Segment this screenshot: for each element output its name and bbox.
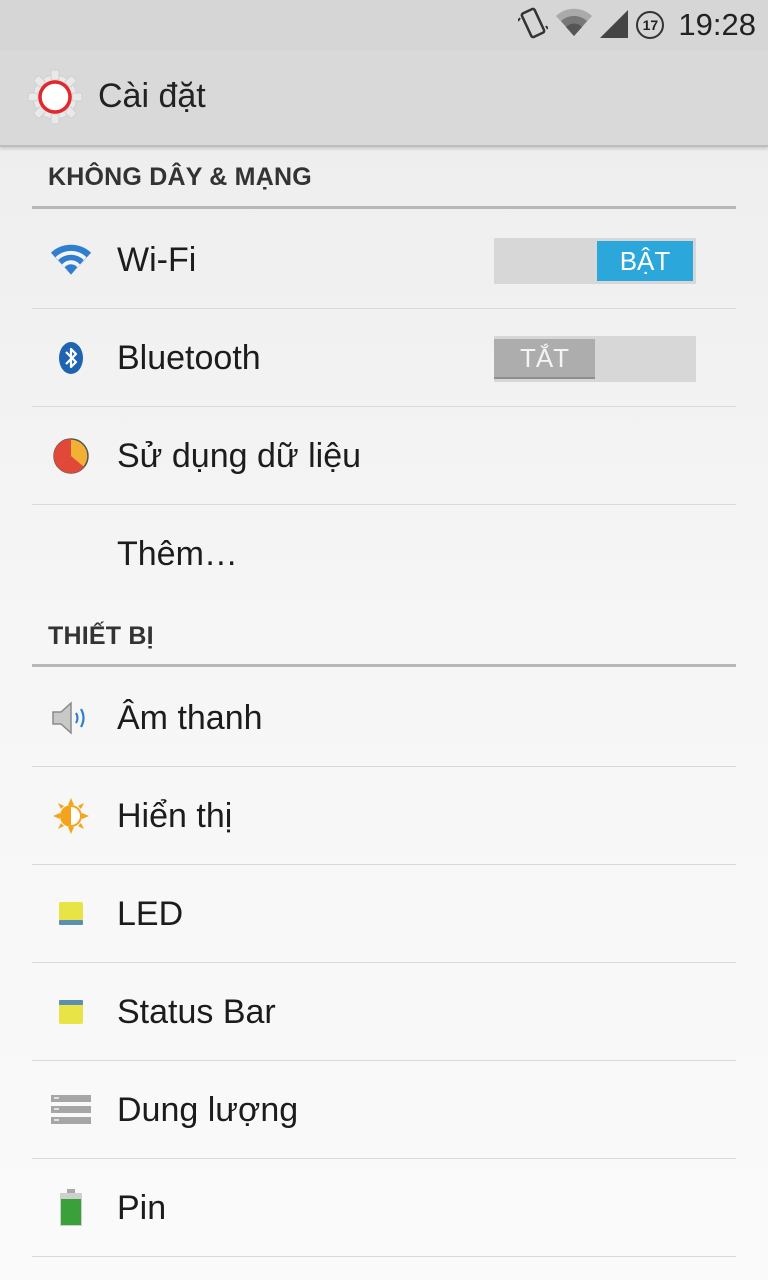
storage-label: Dung lượng [117, 1091, 299, 1129]
display-label: Hiển thị [117, 797, 233, 835]
action-bar: Cài đặt [0, 50, 768, 147]
battery-label: Pin [117, 1189, 167, 1227]
section-divider [32, 664, 736, 667]
more-label: Thêm… [117, 535, 238, 573]
cell-signal-icon [600, 8, 629, 43]
settings-item-sound[interactable]: Âm thanh [32, 669, 736, 767]
page-title: Cài đặt [98, 77, 206, 115]
status-bar-label: Status Bar [117, 993, 276, 1031]
section-header-device: THIẾT BỊ [48, 622, 154, 650]
settings-item-bluetooth[interactable]: Bluetooth TẮT [32, 309, 736, 407]
settings-item-status-bar[interactable]: Status Bar [32, 963, 736, 1061]
bluetooth-icon [50, 338, 92, 378]
bluetooth-toggle-state: TẮT [494, 339, 595, 379]
settings-item-more[interactable]: Thêm… [32, 505, 736, 603]
led-label: LED [117, 895, 184, 933]
notification-badge: 17 [636, 11, 665, 39]
settings-item-data-usage[interactable]: Sử dụng dữ liệu [32, 407, 736, 505]
battery-icon [50, 1188, 92, 1228]
row-divider [32, 1256, 736, 1257]
data-usage-icon [50, 436, 92, 476]
bluetooth-label: Bluetooth [117, 339, 261, 377]
wifi-label: Wi-Fi [117, 241, 197, 279]
section-header-wireless: KHÔNG DÂY & MẠNG [48, 163, 312, 191]
vibrate-icon [517, 6, 550, 45]
clock: 19:28 [678, 7, 756, 42]
bluetooth-toggle[interactable]: TẮT [494, 336, 696, 382]
settings-item-display[interactable]: Hiển thị [32, 767, 736, 865]
wifi-toggle-state: BẬT [597, 241, 693, 281]
brightness-icon [50, 796, 92, 836]
sound-label: Âm thanh [117, 699, 263, 737]
settings-item-led[interactable]: LED [32, 865, 736, 963]
storage-icon [50, 1090, 92, 1130]
wifi-icon [50, 240, 92, 280]
settings-item-wifi[interactable]: Wi-Fi BẬT [32, 211, 736, 309]
section-divider [32, 206, 736, 209]
status-bar: 17 19:28 [0, 0, 768, 50]
settings-gear-icon[interactable] [26, 68, 84, 126]
status-bar-icon [50, 992, 92, 1032]
wifi-signal-icon [556, 8, 593, 43]
settings-item-battery[interactable]: Pin [32, 1159, 736, 1257]
led-icon [50, 894, 92, 934]
speaker-icon [50, 698, 92, 738]
settings-item-storage[interactable]: Dung lượng [32, 1061, 736, 1159]
data-usage-label: Sử dụng dữ liệu [117, 437, 362, 475]
wifi-toggle[interactable]: BẬT [494, 238, 696, 284]
